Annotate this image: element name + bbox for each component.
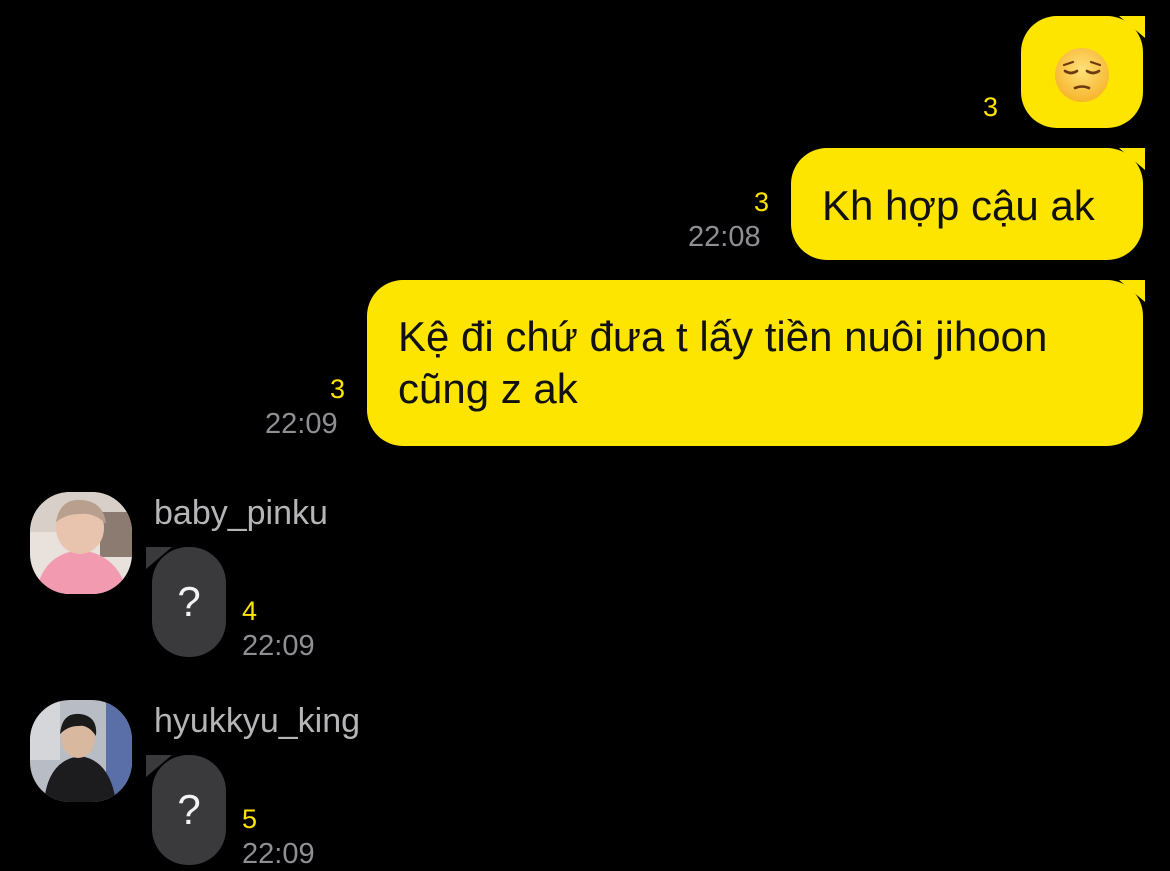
message-timestamp: 22:09 [265,408,338,440]
avatar[interactable] [30,492,132,594]
unread-count: 5 [242,804,258,834]
pensive-face-icon [1055,48,1109,102]
message-timestamp: 22:09 [242,630,315,662]
message-text-line: Kệ đi chứ đưa t lấy tiền nuôi jihoon [398,313,1048,360]
bubble-tail [1119,16,1145,38]
bubble-tail [146,755,172,777]
message-timestamp: 22:08 [688,221,761,253]
outgoing-emoji-bubble[interactable] [1021,16,1145,128]
unread-count: 3 [330,374,346,404]
outgoing-message-bubble[interactable]: Kệ đi chứ đưa t lấy tiền nuôi jihoon cũn… [367,280,1145,446]
profile-photo [30,492,132,594]
message-text: Kh hợp cậu ak [822,182,1095,229]
message-text: ? [177,786,201,833]
bubble-tail [1119,148,1145,170]
outgoing-message-bubble[interactable]: Kh hợp cậu ak [791,148,1145,260]
bubble-tail [146,547,172,569]
unread-count: 3 [754,187,770,217]
message-timestamp: 22:09 [242,838,315,870]
sender-name: hyukkyu_king [154,702,361,740]
message-text: ? [177,578,201,625]
sender-name: baby_pinku [154,494,328,532]
chat-view[interactable]: 3 Kh hợp cậu ak 3 22:08 Kệ đi chứ đưa t … [0,0,1170,871]
unread-count: 4 [242,596,258,626]
message-text-line: cũng z ak [398,365,578,412]
unread-count: 3 [983,92,999,122]
incoming-message-bubble[interactable]: ? [146,755,226,865]
bubble-tail [1119,280,1145,302]
incoming-message-bubble[interactable]: ? [146,547,226,657]
profile-photo [30,700,132,802]
avatar[interactable] [30,700,132,802]
